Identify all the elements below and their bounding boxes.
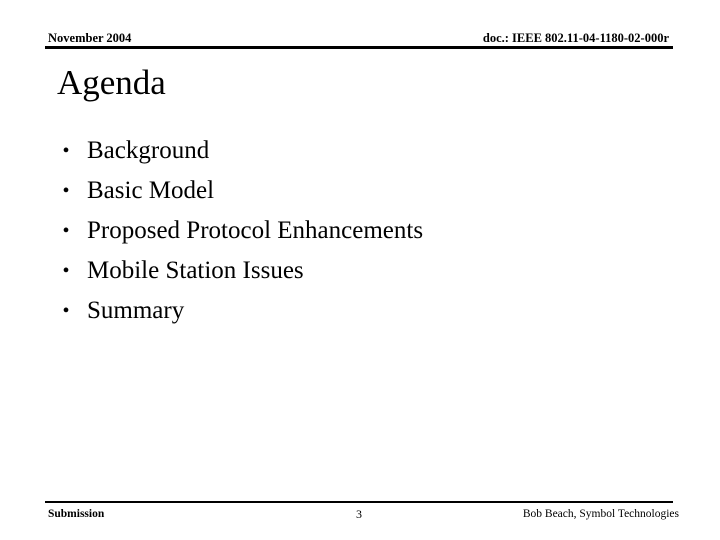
page-title: Agenda [57, 63, 166, 102]
list-item: • Proposed Protocol Enhancements [48, 211, 668, 251]
footer-author: Bob Beach, Symbol Technologies [522, 508, 679, 520]
list-item-label: Proposed Protocol Enhancements [87, 217, 424, 244]
slide-canvas: November 2004 doc.: IEEE 802.11-04-1180-… [0, 0, 720, 540]
list-item: • Mobile Station Issues [48, 251, 668, 291]
agenda-list: • Background • Basic Model • Proposed Pr… [48, 131, 668, 331]
bullet-icon: • [62, 140, 70, 162]
list-item: • Basic Model [48, 171, 668, 211]
header-divider [45, 46, 673, 49]
list-item: • Background [48, 131, 668, 171]
slide-header: November 2004 doc.: IEEE 802.11-04-1180-… [45, 30, 673, 50]
list-item-label: Summary [87, 297, 185, 324]
list-item-label: Basic Model [87, 177, 215, 204]
bullet-icon: • [62, 260, 70, 282]
header-document-id: doc.: IEEE 802.11-04-1180-02-000r [482, 31, 669, 45]
list-item-label: Mobile Station Issues [87, 257, 304, 284]
bullet-icon: • [62, 300, 70, 322]
footer-divider [45, 501, 673, 503]
slide-footer: Submission 3 Bob Beach, Symbol Technolog… [45, 501, 679, 531]
bullet-icon: • [62, 180, 70, 202]
list-item-label: Background [87, 137, 210, 164]
list-item: • Summary [48, 291, 668, 331]
bullet-icon: • [62, 220, 70, 242]
header-date: November 2004 [48, 31, 132, 45]
